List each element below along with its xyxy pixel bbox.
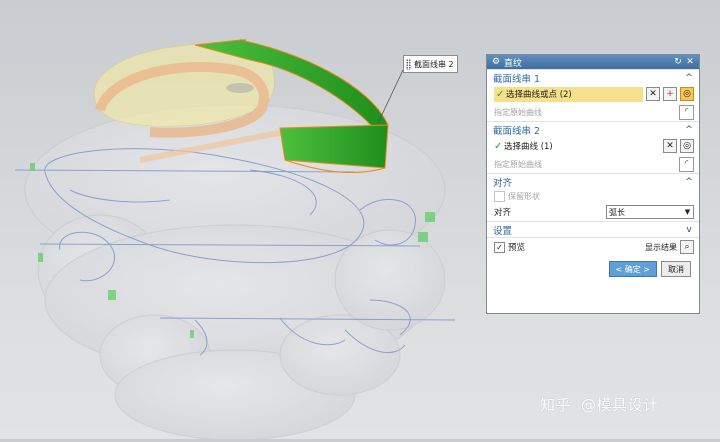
align-title: 对齐 — [493, 177, 513, 189]
keep-shape-checkbox[interactable] — [494, 190, 505, 202]
watermark-author: @模具设计 — [581, 396, 659, 414]
origin-curve-icon[interactable]: ◜ — [679, 104, 694, 120]
check-icon: ✓ — [494, 140, 503, 152]
align-row: 对齐 弧长 ▼ — [487, 203, 699, 221]
align-select-value: 弧长 — [609, 207, 625, 217]
clear-selection-icon[interactable]: ✕ — [663, 139, 677, 153]
drag-handle-icon — [406, 58, 411, 70]
dialog-title: 直纹 — [504, 58, 523, 69]
section1-select-row[interactable]: ✓ 选择曲线或点 (2) ✕ + ◎ — [487, 85, 699, 103]
magnifier-icon[interactable]: ⌕ — [680, 240, 694, 254]
preview-label: 预览 — [508, 243, 526, 253]
add-icon[interactable]: + — [663, 87, 677, 101]
ruled-dialog: ⚙ 直纹 ↻ ✕ 截面线串 1 ^ ✓ 选择曲线或点 (2) ✕ + ◎ 指定原… — [486, 54, 700, 314]
section2-origin-row: 指定原始曲线 ◜ — [487, 155, 699, 173]
close-icon[interactable]: ✕ — [685, 57, 695, 67]
section2-origin-label: 指定原始曲线 — [494, 159, 542, 169]
dropdown-arrow-icon[interactable]: ▼ — [682, 208, 693, 216]
gear-icon[interactable]: ⚙ — [491, 57, 501, 67]
align-select[interactable]: 弧长 ▼ — [606, 205, 694, 219]
watermark-brand: 知乎 — [540, 396, 572, 414]
callout-label: 截面线串 2 — [414, 59, 454, 69]
keep-shape-label: 保留形状 — [508, 191, 540, 201]
section1-title: 截面线串 1 — [493, 73, 541, 85]
settings-title: 设置 — [493, 225, 513, 237]
keep-shape-row: 保留形状 — [487, 189, 699, 203]
watermark: 知乎 @模具设计 — [540, 394, 659, 415]
ok-button[interactable]: < 确定 > — [608, 261, 657, 277]
align-header[interactable]: 对齐 ^ — [487, 173, 699, 189]
section-string-2-callout: 截面线串 2 — [403, 55, 458, 73]
chevron-up-icon[interactable]: ^ — [683, 125, 695, 135]
preview-row: ✓ 预览 显示结果 ⌕ — [487, 237, 699, 256]
section2-title: 截面线串 2 — [493, 125, 541, 137]
section1-origin-row: 指定原始曲线 ◜ — [487, 103, 699, 121]
check-icon: ✓ — [496, 88, 505, 100]
chevron-up-icon[interactable]: ^ — [683, 73, 695, 83]
section2-select-row[interactable]: ✓ 选择曲线 (1) ✕ ◎ — [487, 137, 699, 155]
origin-curve-icon[interactable]: ◜ — [679, 156, 694, 172]
chevron-up-icon[interactable]: ^ — [683, 177, 695, 187]
section1-header[interactable]: 截面线串 1 ^ — [487, 69, 699, 85]
align-label: 对齐 — [494, 208, 512, 218]
callout-leader — [377, 69, 404, 124]
preview-checkbox[interactable]: ✓ — [494, 241, 505, 253]
clear-selection-icon[interactable]: ✕ — [646, 87, 660, 101]
dialog-buttons: < 确定 > 取消 — [487, 256, 699, 277]
section2-header[interactable]: 截面线串 2 ^ — [487, 121, 699, 137]
dialog-titlebar[interactable]: ⚙ 直纹 ↻ ✕ — [487, 55, 699, 69]
section1-select-label: 选择曲线或点 (2) — [506, 90, 572, 100]
curve-select-icon[interactable]: ◎ — [680, 139, 694, 153]
section2-select-label: 选择曲线 (1) — [504, 142, 553, 152]
settings-header[interactable]: 设置 v — [487, 221, 699, 237]
section1-select-field[interactable]: ✓ 选择曲线或点 (2) — [494, 86, 643, 102]
chevron-down-icon[interactable]: v — [683, 225, 695, 235]
section1-origin-label: 指定原始曲线 — [494, 107, 542, 117]
curve-select-icon[interactable]: ◎ — [680, 87, 694, 101]
cancel-button[interactable]: 取消 — [661, 261, 691, 277]
show-result-label: 显示结果 — [645, 242, 677, 252]
reset-icon[interactable]: ↻ — [673, 57, 683, 67]
